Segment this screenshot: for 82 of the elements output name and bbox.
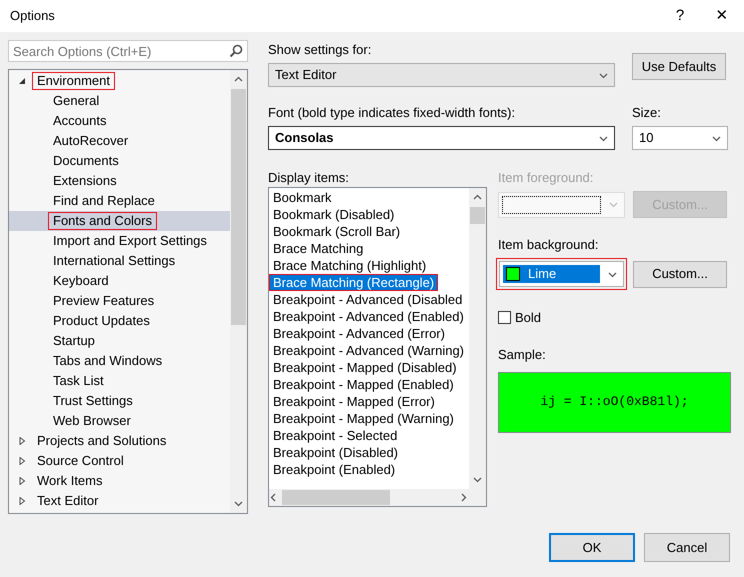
field-label: Display items:	[268, 169, 350, 187]
list-item[interactable]: Breakpoint - Mapped (Error)	[269, 393, 469, 410]
list-item[interactable]: Bookmark	[269, 189, 469, 206]
tree-item[interactable]: Text Editor	[32, 492, 104, 510]
tree-item[interactable]: Projects and Solutions	[32, 432, 172, 450]
field-label: Show settings for:	[268, 41, 372, 59]
scrollbar[interactable]	[269, 489, 486, 506]
list-item[interactable]: Breakpoint - Mapped (Disabled)	[269, 359, 469, 376]
tree-item[interactable]: Product Updates	[48, 312, 155, 330]
list-item[interactable]: Breakpoint (Disabled)	[269, 444, 469, 461]
close-button[interactable]: ✕	[702, 4, 742, 28]
expanded-triangle-icon[interactable]	[18, 77, 26, 85]
ok-button[interactable]: OK	[549, 533, 635, 562]
chevron-right-icon[interactable]	[459, 493, 468, 502]
tree-item[interactable]: Trust Settings	[48, 392, 138, 410]
bold-checkbox[interactable]: Bold	[498, 308, 729, 328]
list-item[interactable]: Breakpoint - Mapped (Warning)	[269, 410, 469, 427]
size-dropdown[interactable]: 10	[632, 126, 728, 150]
collapsed-triangle-icon[interactable]	[18, 497, 26, 505]
chevron-down-icon[interactable]	[599, 70, 608, 80]
chevron-left-icon[interactable]	[269, 493, 278, 502]
help-button[interactable]: ?	[660, 4, 700, 28]
field-label: Item background:	[498, 236, 600, 254]
tree-item[interactable]: Accounts	[48, 112, 112, 130]
chevron-up-icon[interactable]	[473, 193, 482, 202]
tree-item[interactable]: Startup	[48, 332, 100, 350]
use-defaults-button[interactable]: Use Defaults	[632, 53, 726, 80]
tree-item[interactable]: Environment	[32, 72, 115, 90]
field-label: Font (bold type indicates fixed-width fonts):	[268, 104, 516, 122]
collapsed-triangle-icon[interactable]	[18, 437, 26, 445]
field-label: Sample:	[498, 346, 547, 364]
tree-item[interactable]: Task List	[48, 372, 109, 390]
tree-item[interactable]: Fonts and Colors	[48, 212, 157, 230]
search-icon[interactable]	[229, 44, 243, 58]
list-item[interactable]: Bookmark (Scroll Bar)	[269, 223, 469, 240]
search-field[interactable]: Search Options (Ctrl+E)	[8, 40, 248, 62]
scrollbar-thumb[interactable]	[282, 490, 390, 505]
settings-dropdown[interactable]: Text Editor	[268, 63, 615, 87]
scrollbar-thumb[interactable]	[470, 207, 485, 224]
chevron-down-icon[interactable]	[234, 499, 243, 508]
tree-item[interactable]: Source Control	[32, 452, 129, 470]
tree-item[interactable]: Web Browser	[48, 412, 136, 430]
list-item[interactable]: Breakpoint - Advanced (Disabled	[269, 291, 469, 308]
background-dropdown[interactable]: Lime	[499, 261, 624, 287]
tree-item[interactable]: Import and Export Settings	[48, 232, 212, 250]
tree-item[interactable]: Preview Features	[48, 292, 160, 310]
list-item[interactable]: Breakpoint - Advanced (Enabled)	[269, 308, 469, 325]
list-item[interactable]: Brace Matching (Rectangle)	[269, 274, 438, 291]
window-title: Options	[10, 7, 56, 26]
field-label: Size:	[632, 104, 662, 122]
scrollbar[interactable]	[469, 188, 486, 489]
tree-item[interactable]: Documents	[48, 152, 124, 170]
tree-item[interactable]: International Settings	[48, 252, 180, 270]
chevron-up-icon[interactable]	[234, 75, 243, 84]
scrollbar-thumb[interactable]	[231, 89, 246, 325]
collapsed-triangle-icon[interactable]	[18, 477, 26, 485]
list-item[interactable]: Brace Matching (Highlight)	[269, 257, 469, 274]
custom-button[interactable]: Custom...	[633, 260, 727, 288]
tree-item[interactable]: Tabs and Windows	[48, 352, 168, 370]
list-item[interactable]: Breakpoint - Mapped (Enabled)	[269, 376, 469, 393]
tree-item[interactable]: AutoRecover	[48, 132, 134, 150]
list-item[interactable]: Breakpoint - Advanced (Warning)	[269, 342, 469, 359]
list-item[interactable]: Breakpoint (Enabled)	[269, 461, 469, 478]
list-item[interactable]: Brace Matching	[269, 240, 469, 257]
list-item[interactable]: Bookmark (Disabled)	[269, 206, 469, 223]
collapsed-triangle-icon[interactable]	[18, 457, 26, 465]
sample-text: ij = I::oO(0xB81l);	[540, 393, 689, 412]
field-label: Item foreground:	[498, 169, 594, 187]
chevron-down-icon[interactable]	[608, 270, 617, 278]
tree-item[interactable]: Keyboard	[48, 272, 114, 290]
font-dropdown[interactable]: Consolas	[268, 126, 615, 150]
list-item[interactable]: Breakpoint - Selected	[269, 427, 469, 444]
chevron-down-icon[interactable]	[599, 134, 608, 142]
tree-item[interactable]: General	[48, 92, 104, 110]
list-item[interactable]: Breakpoint - Advanced (Error)	[269, 325, 469, 342]
cancel-button[interactable]: Cancel	[644, 533, 730, 562]
tree-item[interactable]: Work Items	[32, 472, 108, 490]
tree-item[interactable]: Find and Replace	[48, 192, 160, 210]
chevron-down-icon[interactable]	[473, 475, 482, 484]
tree-item[interactable]: Extensions	[48, 172, 122, 190]
scrollbar[interactable]	[230, 70, 247, 513]
chevron-down-icon[interactable]	[712, 134, 721, 142]
